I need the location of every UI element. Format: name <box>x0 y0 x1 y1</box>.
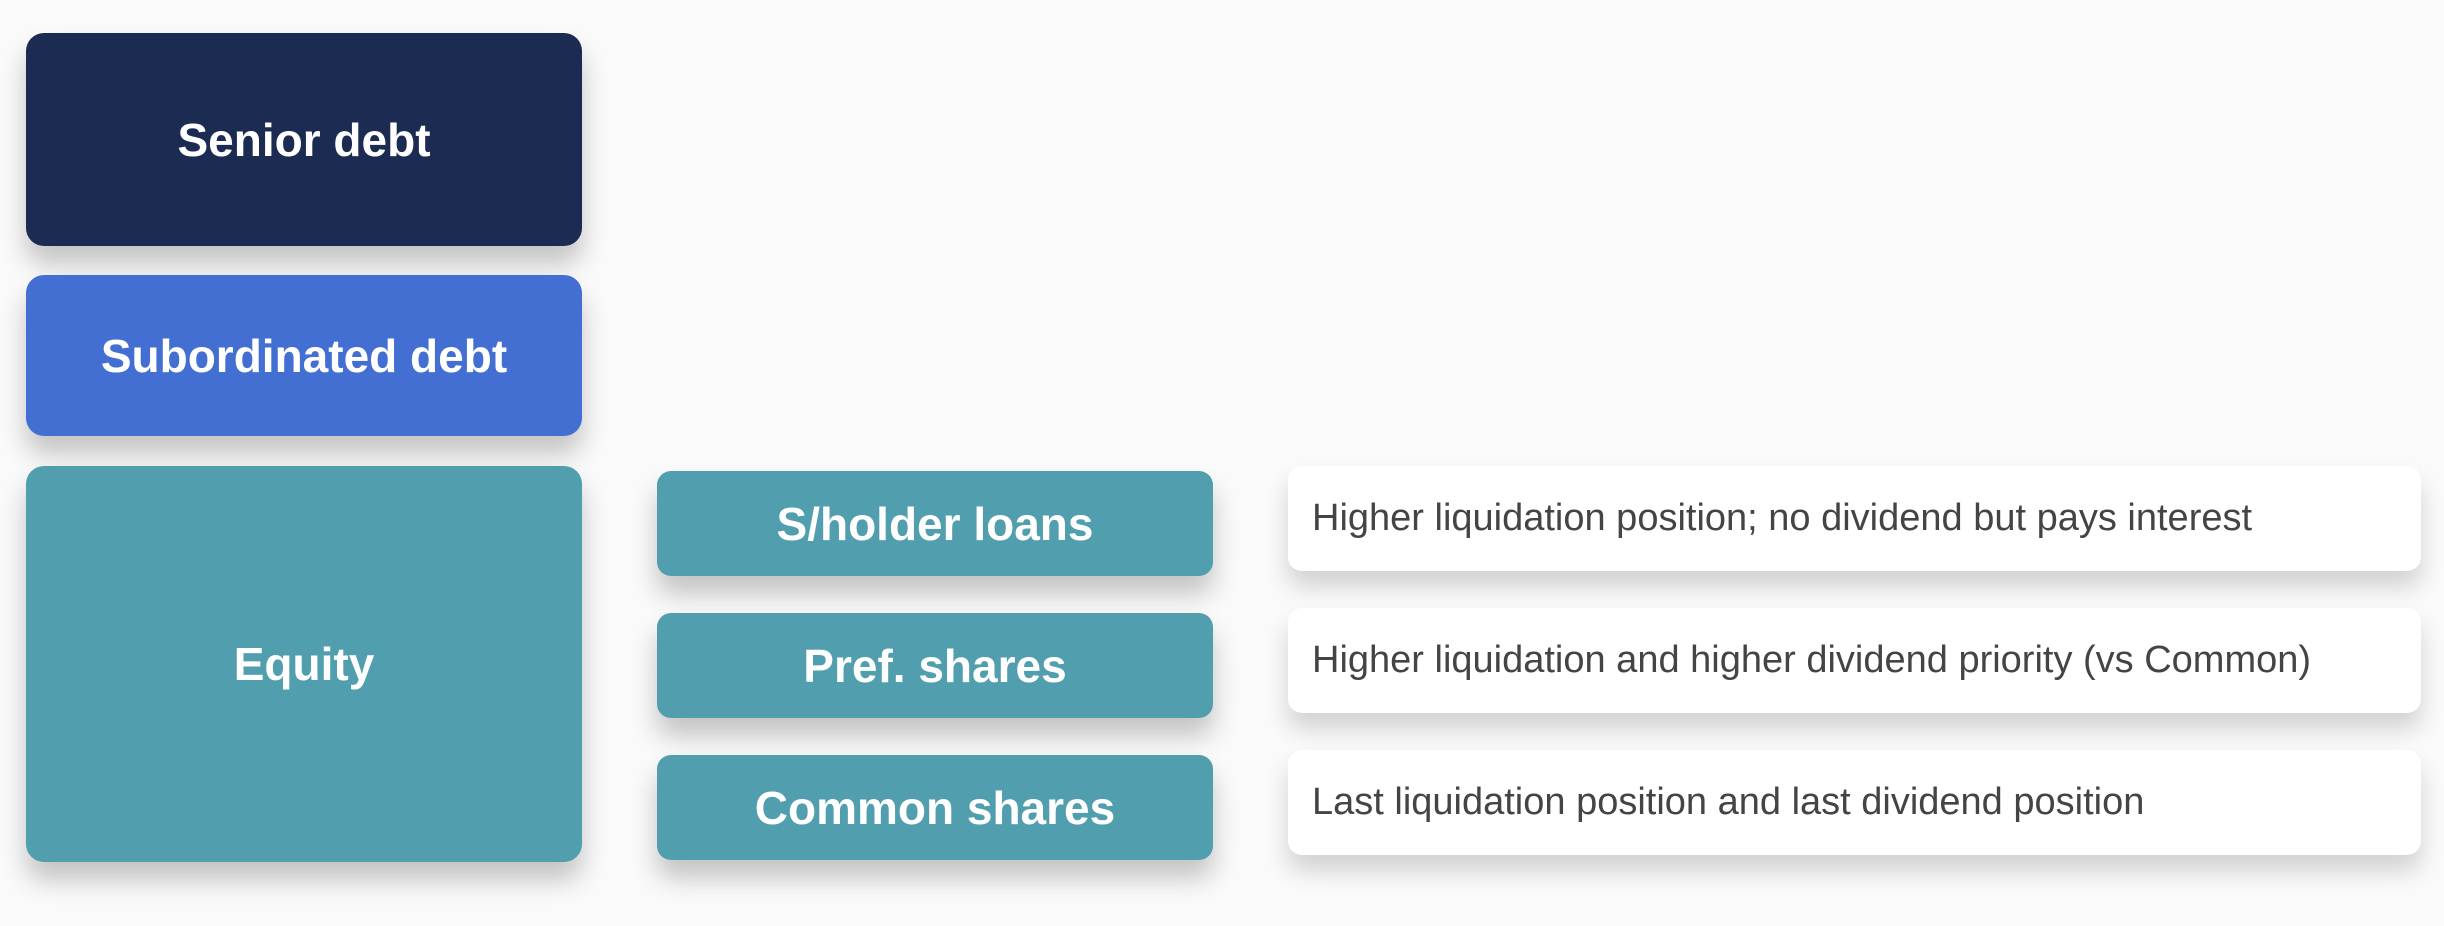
shareholder-loans-label: S/holder loans <box>776 497 1094 550</box>
common-shares-description: Last liquidation position and last divid… <box>1288 750 2421 855</box>
shareholder-loans-description: Higher liquidation position; no dividend… <box>1288 466 2421 571</box>
common-shares-label: Common shares <box>754 781 1116 834</box>
equity-label: Equity <box>233 638 375 690</box>
pref-shares-description: Higher liquidation and higher dividend p… <box>1288 608 2421 713</box>
common-shares-box: Common shares <box>657 755 1213 860</box>
pref-shares-label: Pref. shares <box>803 639 1067 692</box>
senior-debt-box: Senior debt <box>26 33 582 246</box>
pref-shares-description-text: Higher liquidation and higher dividend p… <box>1312 639 2312 681</box>
shareholder-loans-description-text: Higher liquidation position; no dividend… <box>1312 497 2253 539</box>
pref-shares-box: Pref. shares <box>657 613 1213 718</box>
shareholder-loans-box: S/holder loans <box>657 471 1213 576</box>
equity-box: Equity <box>26 466 582 862</box>
senior-debt-label: Senior debt <box>177 113 431 166</box>
subordinated-debt-box: Subordinated debt <box>26 275 582 436</box>
subordinated-debt-label: Subordinated debt <box>100 329 508 382</box>
common-shares-description-text: Last liquidation position and last divid… <box>1312 781 2145 823</box>
